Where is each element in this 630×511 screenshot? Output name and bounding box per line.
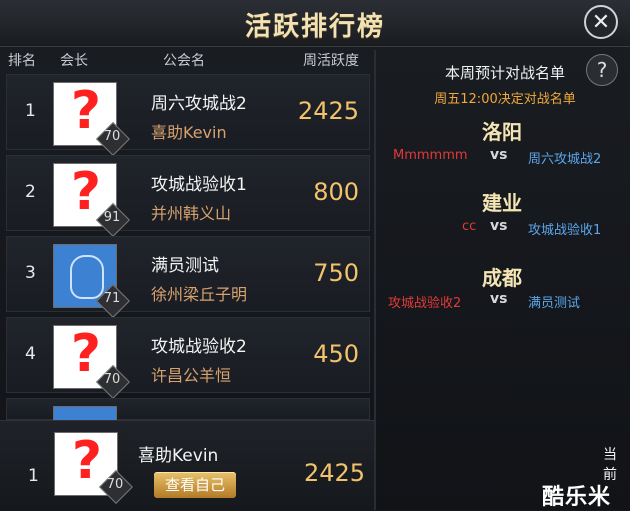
guild-name: 攻城战验收1 — [151, 175, 247, 195]
self-score: 2425 — [304, 459, 366, 487]
vs-label: vs — [490, 218, 508, 234]
self-rank: 1 — [28, 466, 39, 486]
watermark-logo: 酷乐米 — [542, 485, 612, 510]
view-self-button[interactable]: 查看自己 — [154, 472, 236, 498]
level-value: 71 — [103, 291, 121, 306]
help-icon[interactable]: ? — [586, 54, 618, 86]
attacker-name: 攻城战验收2 — [388, 296, 462, 311]
matchup-subtitle: 周五12:00决定对战名单 — [434, 92, 576, 107]
city-name: 成都 — [482, 266, 522, 290]
city-name: 建业 — [482, 191, 522, 215]
leader-name: 徐州梁丘子明 — [151, 285, 248, 304]
activity-score: 450 — [313, 340, 359, 368]
header-rank: 排名 — [8, 53, 36, 69]
header-guild: 公会名 — [163, 53, 205, 69]
activity-score: 800 — [313, 178, 359, 206]
rank-number: 1 — [25, 101, 36, 121]
table-row[interactable]: 1 ? 70 周六攻城战2 喜助Kevin 2425 — [6, 74, 370, 156]
table-row[interactable]: 3 71 满员测试 徐州梁丘子明 750 — [6, 236, 370, 318]
close-icon[interactable]: ✕ — [584, 5, 618, 39]
level-value: 91 — [103, 210, 121, 225]
table-row-partial[interactable] — [6, 398, 370, 424]
level-value: 70 — [103, 372, 121, 387]
current-label-partial: 当前 — [603, 447, 617, 483]
header-activity: 周活跃度 — [303, 53, 359, 69]
leader-name: 喜助Kevin — [151, 123, 227, 142]
rank-number: 3 — [25, 263, 36, 283]
panel-title: 活跃排行榜 — [244, 12, 385, 42]
self-level: 70 — [106, 477, 124, 492]
defender-name: 攻城战验收1 — [528, 223, 602, 238]
leader-name: 并州韩义山 — [151, 204, 232, 223]
attacker-name: Mmmmmm — [393, 148, 468, 163]
vs-label: vs — [490, 147, 508, 163]
defender-name: 满员测试 — [528, 296, 581, 311]
table-row[interactable]: 4 ? 70 攻城战验收2 许昌公羊恒 450 — [6, 317, 370, 399]
activity-score: 2425 — [297, 97, 359, 125]
guild-name: 周六攻城战2 — [151, 94, 247, 114]
header-leader: 会长 — [60, 53, 88, 69]
activity-score: 750 — [313, 259, 359, 287]
guild-name: 满员测试 — [151, 256, 219, 276]
level-value: 70 — [103, 129, 121, 144]
vs-label: vs — [490, 291, 508, 307]
divider — [374, 50, 376, 510]
attacker-name: cc — [462, 219, 477, 234]
matchup-title: 本周预计对战名单 — [444, 64, 565, 82]
guild-name: 攻城战验收2 — [151, 337, 247, 357]
city-name: 洛阳 — [482, 120, 522, 144]
rank-number: 4 — [25, 344, 36, 364]
rank-number: 2 — [25, 182, 36, 202]
table-row[interactable]: 2 ? 91 攻城战验收1 并州韩义山 800 — [6, 155, 370, 237]
self-leader-name: 喜助Kevin — [138, 446, 219, 466]
defender-name: 周六攻城战2 — [528, 152, 602, 167]
leader-name: 许昌公羊恒 — [151, 366, 232, 385]
